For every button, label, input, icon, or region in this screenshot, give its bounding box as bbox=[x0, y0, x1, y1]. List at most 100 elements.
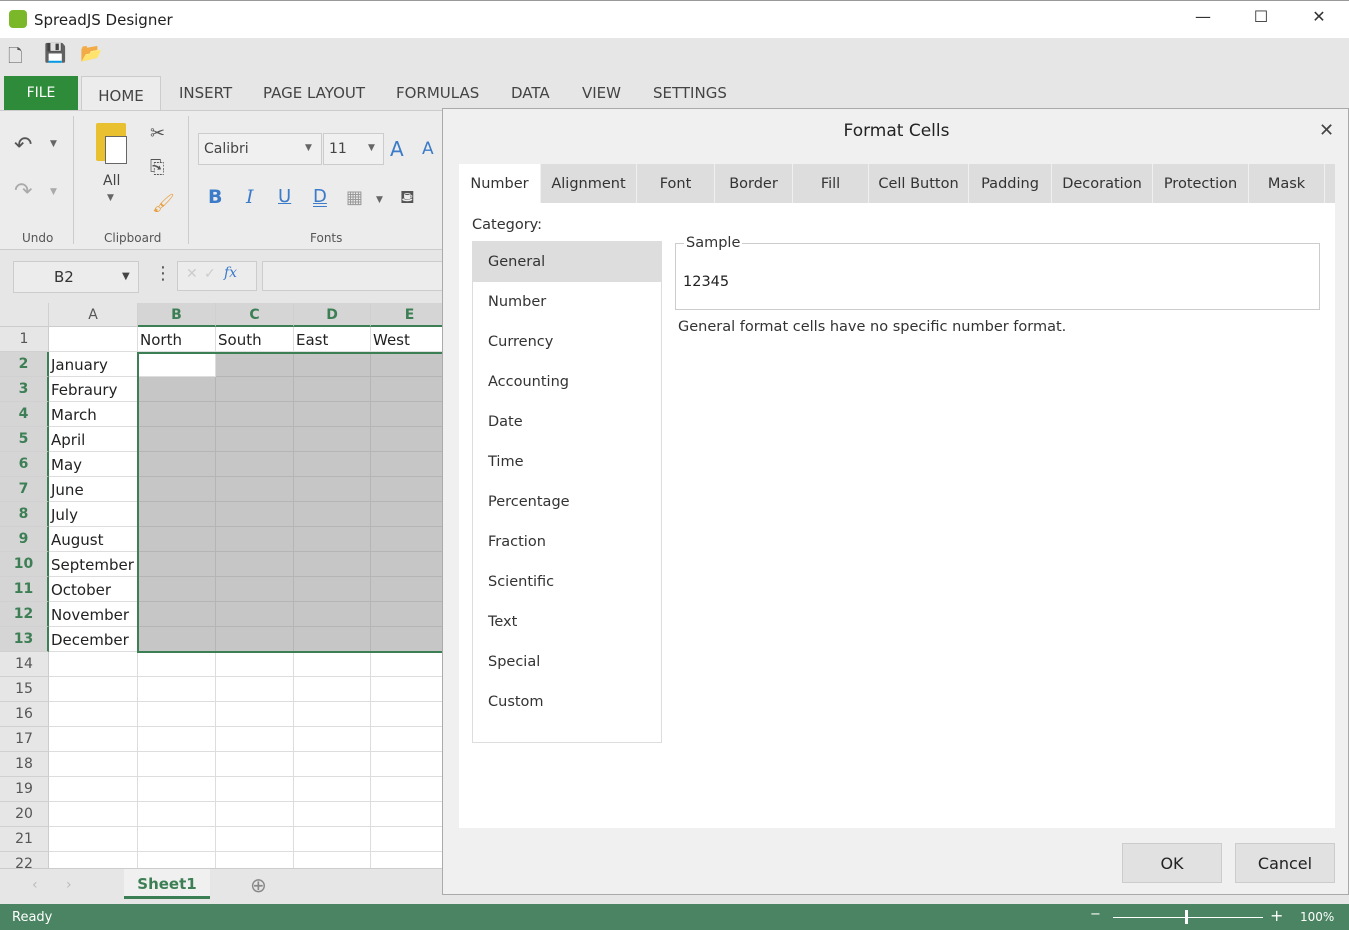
category-general[interactable]: General bbox=[473, 242, 661, 282]
cell-e11[interactable] bbox=[371, 577, 442, 602]
row-header[interactable]: 9 bbox=[0, 527, 49, 552]
open-folder-icon[interactable]: 📂 bbox=[80, 43, 102, 64]
cell-e20[interactable] bbox=[371, 802, 442, 827]
category-time[interactable]: Time bbox=[473, 442, 661, 482]
cell-b13[interactable] bbox=[138, 627, 216, 652]
cell-c5[interactable] bbox=[216, 427, 294, 452]
cell-a18[interactable] bbox=[49, 752, 138, 777]
font-size-select[interactable]: 11 ▼ bbox=[323, 133, 384, 165]
format-painter-icon[interactable]: 🖌 bbox=[152, 193, 175, 214]
cell-b8[interactable] bbox=[138, 502, 216, 527]
cell-b9[interactable] bbox=[138, 527, 216, 552]
cell-b3[interactable] bbox=[138, 377, 216, 402]
cell-a2[interactable]: January bbox=[49, 352, 138, 377]
cancel-icon[interactable]: ✕ bbox=[186, 266, 198, 282]
cell-e12[interactable] bbox=[371, 602, 442, 627]
cell-c9[interactable] bbox=[216, 527, 294, 552]
cell-b1[interactable]: North bbox=[138, 327, 216, 352]
cell-c20[interactable] bbox=[216, 802, 294, 827]
cell-b5[interactable] bbox=[138, 427, 216, 452]
cell-e6[interactable] bbox=[371, 452, 442, 477]
cell-a13[interactable]: December bbox=[49, 627, 138, 652]
cell-b4[interactable] bbox=[138, 402, 216, 427]
category-number[interactable]: Number bbox=[473, 282, 661, 322]
cell-a21[interactable] bbox=[49, 827, 138, 852]
cell-d10[interactable] bbox=[294, 552, 371, 577]
category-custom[interactable]: Custom bbox=[473, 682, 661, 722]
cell-e8[interactable] bbox=[371, 502, 442, 527]
cell-b22[interactable] bbox=[138, 852, 216, 868]
paste-label[interactable]: All bbox=[103, 173, 120, 189]
cell-c8[interactable] bbox=[216, 502, 294, 527]
row-header[interactable]: 16 bbox=[0, 702, 49, 727]
tab-decoration[interactable]: Decoration bbox=[1052, 164, 1153, 203]
row-header[interactable]: 14 bbox=[0, 652, 49, 677]
cell-a9[interactable]: August bbox=[49, 527, 138, 552]
border-dropdown-icon[interactable]: ▼ bbox=[376, 195, 383, 205]
column-header-c[interactable]: C bbox=[216, 303, 294, 327]
underline-button[interactable]: U bbox=[278, 186, 291, 207]
cell-a10[interactable]: September bbox=[49, 552, 138, 577]
row-header[interactable]: 19 bbox=[0, 777, 49, 802]
row-header[interactable]: 21 bbox=[0, 827, 49, 852]
cell-d9[interactable] bbox=[294, 527, 371, 552]
cell-b18[interactable] bbox=[138, 752, 216, 777]
category-scientific[interactable]: Scientific bbox=[473, 562, 661, 602]
cell-a5[interactable]: April bbox=[49, 427, 138, 452]
cell-b17[interactable] bbox=[138, 727, 216, 752]
row-header[interactable]: 8 bbox=[0, 502, 49, 527]
cell-c14[interactable] bbox=[216, 652, 294, 677]
select-all-corner[interactable] bbox=[0, 303, 49, 327]
bold-button[interactable]: B bbox=[208, 186, 222, 208]
tab-font[interactable]: Font bbox=[637, 164, 715, 203]
cell-e7[interactable] bbox=[371, 477, 442, 502]
cell-a22[interactable] bbox=[49, 852, 138, 868]
category-special[interactable]: Special bbox=[473, 642, 661, 682]
cell-e17[interactable] bbox=[371, 727, 442, 752]
tab-settings[interactable]: SETTINGS bbox=[653, 84, 727, 102]
cell-c11[interactable] bbox=[216, 577, 294, 602]
check-icon[interactable]: ✓ bbox=[204, 266, 216, 282]
new-file-icon[interactable]: 🗋 bbox=[8, 44, 22, 74]
cell-e16[interactable] bbox=[371, 702, 442, 727]
cell-c16[interactable] bbox=[216, 702, 294, 727]
row-header[interactable]: 22 bbox=[0, 852, 49, 868]
cell-c1[interactable]: South bbox=[216, 327, 294, 352]
scroll-left-icon[interactable]: ‹ bbox=[32, 877, 38, 893]
fx-icon[interactable]: fx bbox=[224, 265, 237, 281]
cell-c12[interactable] bbox=[216, 602, 294, 627]
cut-icon[interactable]: ✂ bbox=[150, 123, 165, 144]
cell-b15[interactable] bbox=[138, 677, 216, 702]
cell-e9[interactable] bbox=[371, 527, 442, 552]
cell-d1[interactable]: East bbox=[294, 327, 371, 352]
row-header[interactable]: 15 bbox=[0, 677, 49, 702]
name-box[interactable]: B2 ▼ bbox=[13, 261, 139, 293]
cell-b7[interactable] bbox=[138, 477, 216, 502]
cell-d11[interactable] bbox=[294, 577, 371, 602]
tab-cell-button[interactable]: Cell Button bbox=[869, 164, 969, 203]
row-header[interactable]: 17 bbox=[0, 727, 49, 752]
double-underline-button[interactable]: D bbox=[313, 186, 327, 207]
tab-mask[interactable]: Mask bbox=[1249, 164, 1325, 203]
cell-d2[interactable] bbox=[294, 352, 371, 377]
category-text[interactable]: Text bbox=[473, 602, 661, 642]
font-name-select[interactable]: Calibri ▼ bbox=[198, 133, 322, 165]
cell-b10[interactable] bbox=[138, 552, 216, 577]
row-header[interactable]: 20 bbox=[0, 802, 49, 827]
cell-c22[interactable] bbox=[216, 852, 294, 868]
cell-c3[interactable] bbox=[216, 377, 294, 402]
cell-e4[interactable] bbox=[371, 402, 442, 427]
tab-number[interactable]: Number bbox=[459, 164, 541, 203]
cell-b12[interactable] bbox=[138, 602, 216, 627]
row-header[interactable]: 1 bbox=[0, 327, 49, 352]
cell-a17[interactable] bbox=[49, 727, 138, 752]
column-header-e[interactable]: E bbox=[371, 303, 442, 327]
zoom-slider[interactable] bbox=[1113, 917, 1263, 918]
cell-c6[interactable] bbox=[216, 452, 294, 477]
cell-e10[interactable] bbox=[371, 552, 442, 577]
row-header[interactable]: 7 bbox=[0, 477, 49, 502]
copy-icon[interactable]: ⎘ bbox=[150, 157, 164, 178]
dialog-close-icon[interactable]: ✕ bbox=[1319, 120, 1334, 141]
tab-file[interactable]: FILE bbox=[4, 76, 78, 110]
increase-font-icon[interactable]: A bbox=[390, 137, 404, 161]
